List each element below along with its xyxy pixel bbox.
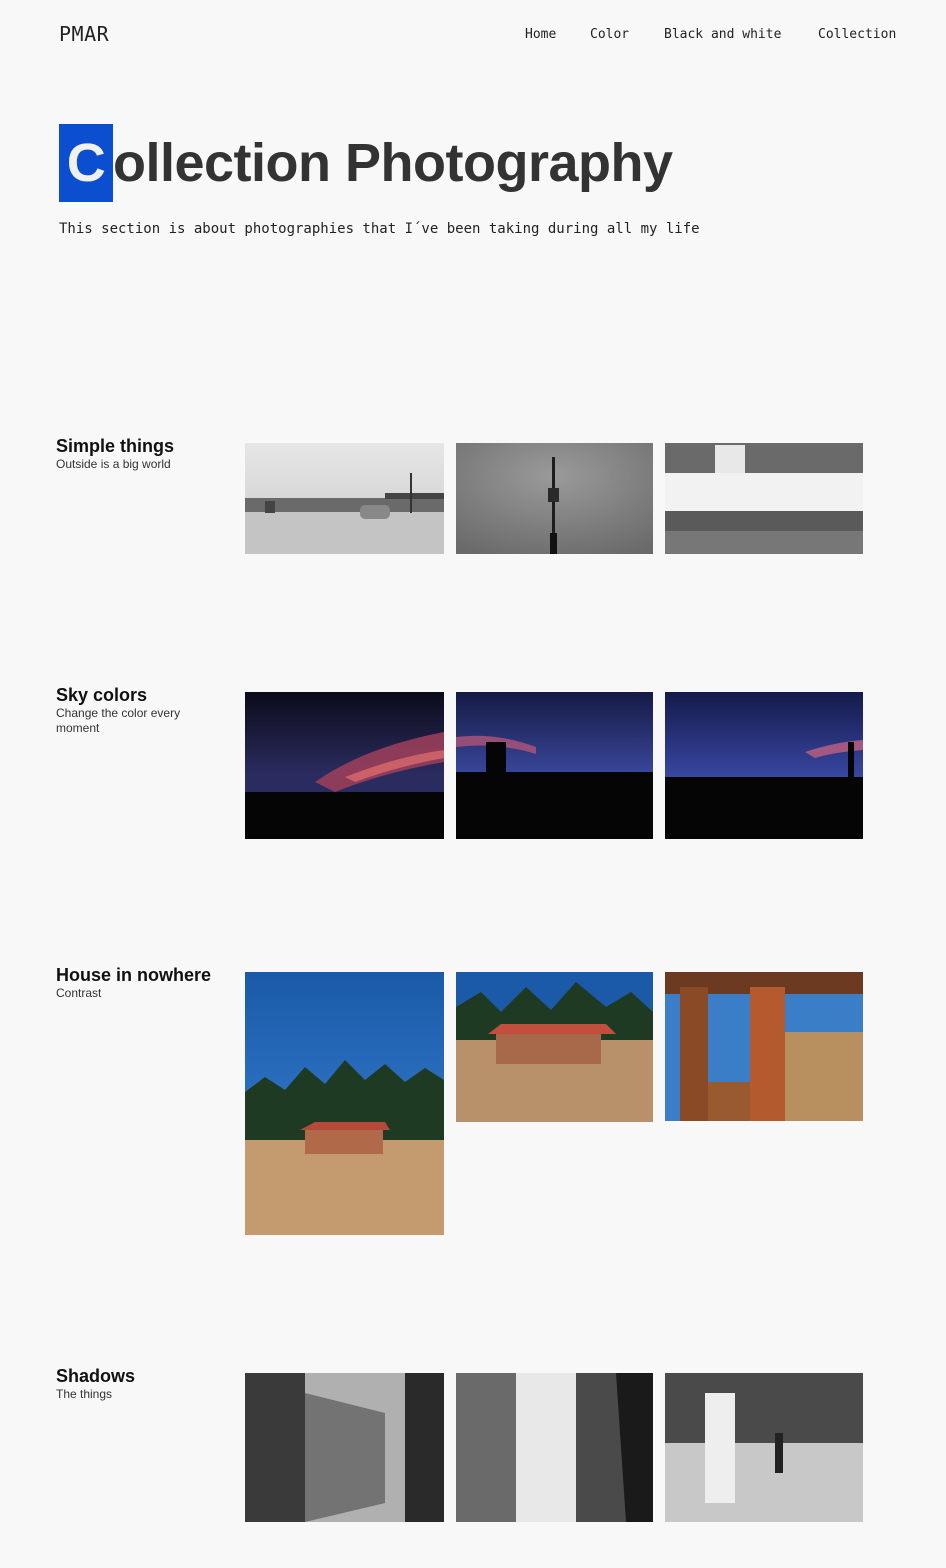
nav-collection[interactable]: Collection [818,27,896,42]
photo-cabin-forest-portrait[interactable] [245,972,444,1235]
section-title-house-in-nowhere: House in nowhere [56,965,212,985]
photo-twilight-streetlamp[interactable] [665,692,863,839]
section-title-simple-things: Simple things [56,436,175,456]
nav-home[interactable]: Home [525,27,556,42]
section-subtitle-shadows: The things [56,1387,113,1401]
section-subtitle-sky-colors: Change the color every moment [56,706,181,735]
section-subtitle-simple-things: Outside is a big world [56,457,171,471]
page-description: This section is about photographies that… [59,221,700,237]
photo-dusk-rooftops[interactable] [456,692,653,839]
photo-park-pillar-bw[interactable] [665,1373,863,1522]
section-subtitle-house-in-nowhere: Contrast [56,986,102,1000]
nav-black-and-white[interactable]: Black and white [664,27,781,42]
site-logo[interactable]: PMAR [59,22,109,46]
section-title-shadows: Shadows [56,1366,136,1386]
section-title-sky-colors: Sky colors [56,685,148,705]
page-title: Collection Photography [59,124,673,202]
photo-cabin-field[interactable] [456,972,653,1122]
photo-parking-lot-bw[interactable] [245,443,444,554]
photo-sunset-clouds[interactable] [245,692,444,839]
photo-corner-shadow-bw[interactable] [456,1373,653,1522]
photo-cabin-interior-columns[interactable] [665,972,863,1121]
photo-white-wall-bw[interactable] [665,443,863,554]
nav-color[interactable]: Color [590,27,629,42]
title-highlight-letter: C [59,124,113,202]
title-text: ollection Photography [113,133,673,193]
photo-fence-gate-shadows-bw[interactable] [245,1373,444,1522]
photo-antenna-tower-bw[interactable] [456,443,653,554]
